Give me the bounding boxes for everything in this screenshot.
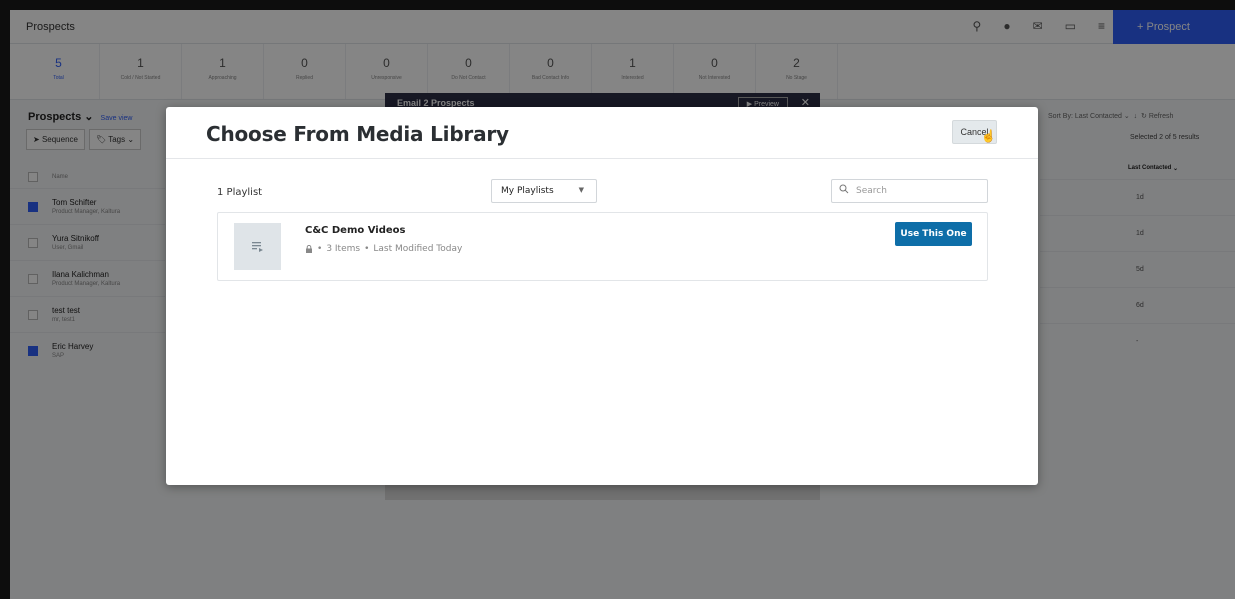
search-input[interactable]: Search [831,179,988,203]
playlist-name: C&C Demo Videos [305,225,406,236]
search-icon [839,184,849,194]
pointer-cursor-icon: ☝ [981,129,996,143]
playlist-icon [234,223,281,270]
playlist-filter-select[interactable]: My Playlists ▼ [491,179,597,203]
media-library-modal: Choose From Media Library Cancel ☝ 1 Pla… [166,107,1038,485]
modal-title: Choose From Media Library [206,122,509,146]
playlist-item: C&C Demo Videos • 3 Items • Last Modifie… [217,212,988,281]
lock-icon [306,245,312,253]
chevron-down-icon: ▼ [578,186,584,194]
playlist-count: 1 Playlist [217,187,263,198]
use-this-one-button[interactable]: Use This One [895,222,972,246]
playlist-meta: • 3 Items • Last Modified Today [305,244,462,254]
